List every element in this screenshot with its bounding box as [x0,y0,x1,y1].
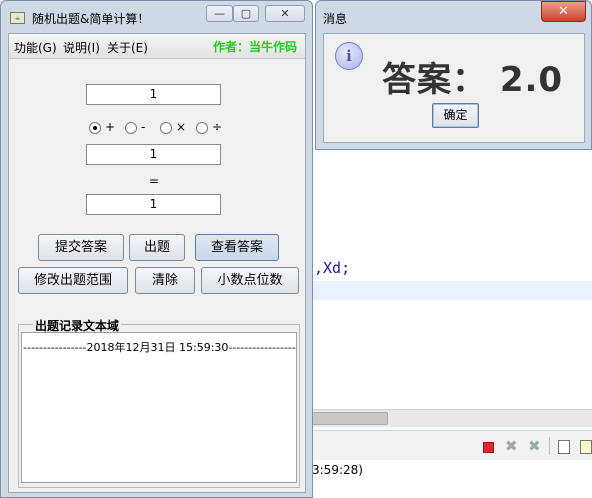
code-text: ,Xd; [314,259,351,277]
radio-multiply-label: × [176,120,187,134]
console-toolbar: ✖ ✖ [312,430,592,460]
terminate-icon[interactable] [483,442,494,453]
close-button[interactable]: ✕ [265,5,305,22]
radio-minus-label: - [141,120,146,134]
radio-divide[interactable] [196,122,208,134]
java-app-icon: ☕ [10,12,25,24]
radio-plus[interactable] [89,122,101,134]
record-textarea[interactable]: ----------------2018年12月31日 15:59:30----… [21,332,297,483]
record-line: ----------------2018年12月31日 15:59:30----… [23,341,297,354]
equals-label: = [149,174,160,188]
clear-button[interactable]: 清除 [135,267,195,294]
radio-multiply[interactable] [160,122,172,134]
info-icon: i [335,42,363,70]
edit-range-button[interactable]: 修改出题范围 [18,267,128,294]
radio-divide-label: ÷ [212,120,223,134]
radio-plus-label: + [105,120,116,134]
generate-question-button[interactable]: 出题 [129,234,185,261]
answer-message: 答案： 2.0 [382,60,564,100]
submit-answer-button[interactable]: 提交答案 [38,234,124,261]
menu-bar: 功能(G) 说明(I) 关于(E) 作者：当牛作码 [9,34,305,59]
message-dialog: 消息 ✕ i 答案： 2.0 确定 [315,0,592,150]
dialog-close-button[interactable]: ✕ [541,1,586,22]
remove-launch-icon[interactable]: ✖ [505,437,519,455]
main-client-area: 功能(G) 说明(I) 关于(E) 作者：当牛作码 1 + - × ÷ 1 = … [8,33,306,493]
scrollbar-thumb[interactable] [312,412,388,425]
ok-button[interactable]: 确定 [432,103,479,128]
console-text: 3:59:28) [312,463,363,477]
author-label: 作者：当牛作码 [213,40,298,54]
current-line-highlight [312,281,592,300]
maximize-button[interactable]: ▢ [233,5,259,22]
horizontal-scrollbar[interactable] [312,409,592,427]
dialog-client-area: i 答案： 2.0 确定 [323,33,585,143]
view-answer-button[interactable]: 查看答案 [195,234,279,261]
dialog-title: 消息 [323,12,348,26]
code-line[interactable]: ,Xd; [314,259,350,277]
operand1-field[interactable]: 1 [86,84,221,105]
operand2-field[interactable]: 1 [86,144,221,165]
toolbar-separator [549,437,550,455]
main-titlebar[interactable]: ☕ 随机出题&简单计算！ — ▢ ✕ [1,1,312,33]
minimize-button[interactable]: — [206,5,233,22]
pin-console-icon[interactable] [580,440,592,454]
menu-about[interactable]: 关于(E) [107,39,148,56]
console-output: 3:59:28) [312,460,592,498]
main-window: ☕ 随机出题&简单计算！ — ▢ ✕ 功能(G) 说明(I) 关于(E) 作者：… [0,0,313,498]
result-field[interactable]: 1 [86,194,221,215]
record-group: 出题记录文本域 ----------------2018年12月31日 15:5… [18,317,300,488]
decimal-places-button[interactable]: 小数点位数 [201,267,299,294]
menu-help[interactable]: 说明(I) [63,39,100,56]
radio-minus[interactable] [125,122,137,134]
scroll-lock-icon[interactable] [558,440,570,454]
remove-all-icon[interactable]: ✖ [528,437,542,455]
menu-function[interactable]: 功能(G) [14,39,57,56]
window-title: 随机出题&简单计算！ [32,12,150,26]
